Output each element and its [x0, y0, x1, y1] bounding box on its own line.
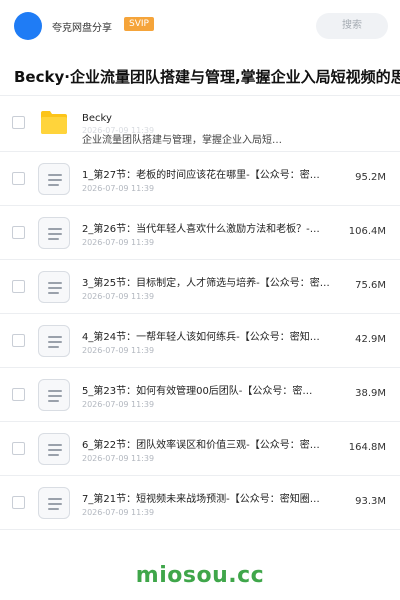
- file-size: 106.4M: [348, 226, 386, 237]
- file-size: 95.2M: [355, 172, 386, 183]
- svip-badge: SVIP: [124, 17, 154, 31]
- file-size: 42.9M: [355, 334, 386, 345]
- row-checkbox[interactable]: [12, 442, 25, 455]
- row-checkbox[interactable]: [12, 172, 25, 185]
- file-size: 93.3M: [355, 496, 386, 507]
- file-date: 2026-07-09 11:39: [82, 454, 155, 463]
- file-row[interactable]: 6_第22节：团队效率误区和价值三观-【公众号：密… 2026-07-09 11…: [0, 422, 400, 476]
- top-bar: 夸克网盘分享 SVIP 搜索: [0, 0, 400, 52]
- share-title-bar: Becky·企业流量团队搭建与管理,掌握企业入局短视频的思: [0, 52, 400, 96]
- video-file-icon: [38, 433, 70, 465]
- file-name: 4_第24节：一帮年轻人该如何练兵-【公众号：密知…: [82, 332, 320, 343]
- row-checkbox[interactable]: [12, 496, 25, 509]
- video-file-icon: [38, 217, 70, 249]
- video-file-icon: [38, 487, 70, 519]
- watermark-text: miosou.cc: [135, 563, 265, 588]
- avatar[interactable]: [14, 12, 42, 40]
- row-checkbox[interactable]: [12, 334, 25, 347]
- video-file-icon: [38, 163, 70, 195]
- file-row[interactable]: 7_第21节：短视频未来战场预测-【公众号：密知圈… 2026-07-09 11…: [0, 476, 400, 530]
- file-row[interactable]: 5_第23节：如何有效管理00后团队-【公众号：密… 2026-07-09 11…: [0, 368, 400, 422]
- file-name: 5_第23节：如何有效管理00后团队-【公众号：密…: [82, 386, 313, 397]
- file-list: Becky 2026-07-09 11:39 企业流量团队搭建与管理，掌握企业入…: [0, 96, 400, 530]
- file-date: 2026-07-09 11:39: [82, 292, 155, 301]
- file-date: 2026-07-09 11:39: [82, 346, 155, 355]
- file-size: 75.6M: [355, 280, 386, 291]
- file-date: 2026-07-09 11:39: [82, 400, 155, 409]
- search-button[interactable]: 搜索: [316, 13, 388, 39]
- video-file-icon: [38, 379, 70, 411]
- file-name: 1_第27节：老板的时间应该花在哪里-【公众号：密…: [82, 170, 320, 181]
- file-row[interactable]: 4_第24节：一帮年轻人该如何练兵-【公众号：密知… 2026-07-09 11…: [0, 314, 400, 368]
- file-size: 164.8M: [348, 442, 386, 453]
- page-title: Becky·企业流量团队搭建与管理,掌握企业入局短视频的思: [14, 68, 400, 86]
- folder-row[interactable]: Becky 2026-07-09 11:39 企业流量团队搭建与管理，掌握企业入…: [0, 96, 400, 152]
- share-owner-name: 夸克网盘分享: [52, 23, 112, 34]
- file-date: 2026-07-09 11:39: [82, 508, 155, 517]
- row-checkbox[interactable]: [12, 226, 25, 239]
- folder-name: Becky: [82, 113, 112, 124]
- file-row[interactable]: 3_第25节：目标制定，人才筛选与培养-【公众号：密… 2026-07-09 1…: [0, 260, 400, 314]
- file-name: 7_第21节：短视频未来战场预测-【公众号：密知圈…: [82, 494, 320, 505]
- row-checkbox[interactable]: [12, 388, 25, 401]
- folder-description: 企业流量团队搭建与管理，掌握企业入局短…: [82, 135, 282, 146]
- file-date: 2026-07-09 11:39: [82, 238, 155, 247]
- row-checkbox[interactable]: [12, 116, 25, 129]
- video-file-icon: [38, 271, 70, 303]
- file-name: 3_第25节：目标制定，人才筛选与培养-【公众号：密…: [82, 278, 330, 289]
- file-name: 6_第22节：团队效率误区和价值三观-【公众号：密…: [82, 440, 320, 451]
- file-row[interactable]: 2_第26节：当代年轻人喜欢什么激励方法和老板？-… 2026-07-09 11…: [0, 206, 400, 260]
- video-file-icon: [38, 325, 70, 357]
- file-size: 38.9M: [355, 388, 386, 399]
- file-row[interactable]: 1_第27节：老板的时间应该花在哪里-【公众号：密… 2026-07-09 11…: [0, 152, 400, 206]
- file-date: 2026-07-09 11:39: [82, 184, 155, 193]
- folder-icon: [41, 111, 67, 134]
- file-name: 2_第26节：当代年轻人喜欢什么激励方法和老板？-…: [82, 224, 320, 235]
- row-checkbox[interactable]: [12, 280, 25, 293]
